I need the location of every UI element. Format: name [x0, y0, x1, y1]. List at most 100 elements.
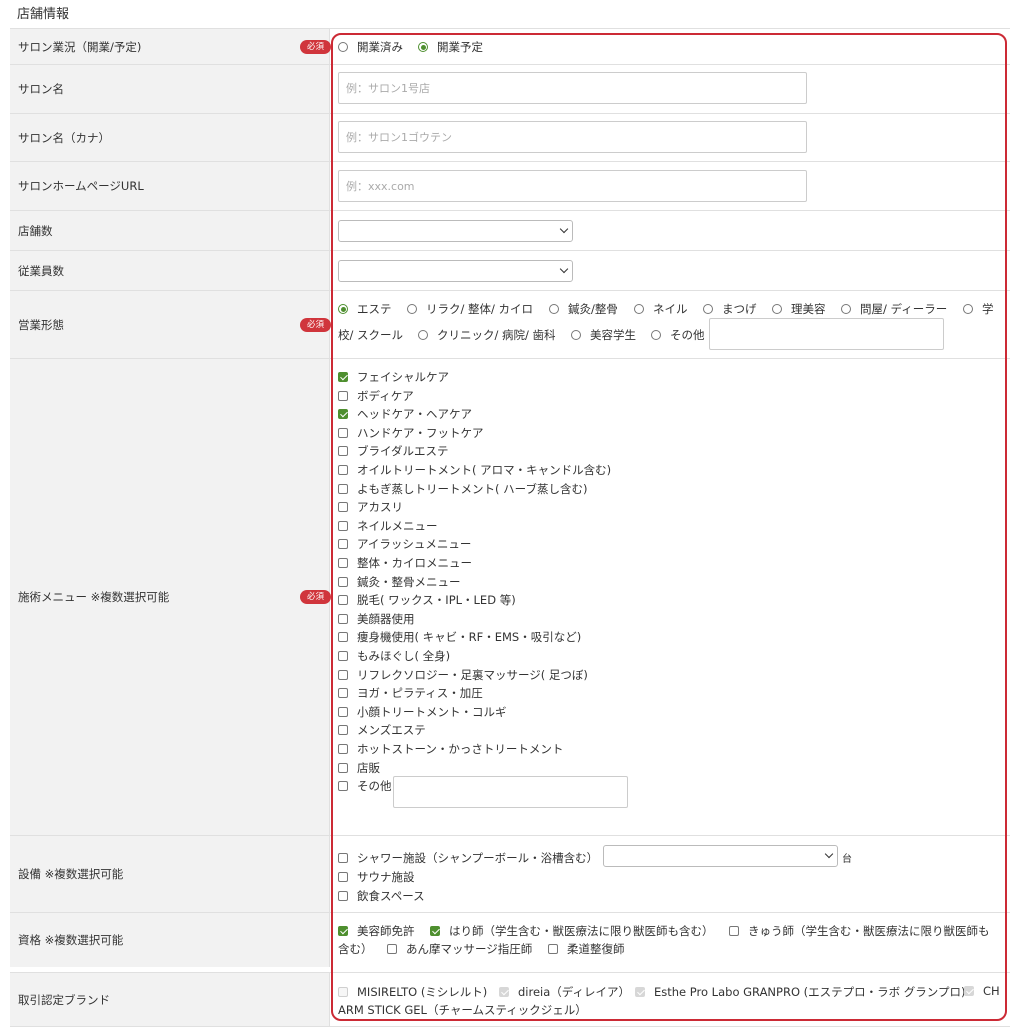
- radio-school[interactable]: 学: [963, 301, 994, 317]
- value-cell: [330, 211, 1010, 250]
- checkbox-brand-direia[interactable]: direia（ディレイア）: [499, 984, 630, 1000]
- checkbox-icon: [499, 987, 509, 997]
- label-cell: サロン名（カナ）: [10, 114, 330, 161]
- menu-item[interactable]: ネイルメニュー: [338, 518, 438, 534]
- menu-item[interactable]: 痩身機使用( キャビ・RF・EMS・吸引など): [338, 629, 581, 645]
- row-brands: 取引認定ブランド MISIRELTO (ミシレルト) direia（ディレイア）…: [10, 972, 1010, 1026]
- checkbox-brand-misirelto[interactable]: MISIRELTO (ミシレルト): [338, 984, 487, 1000]
- checkbox-icon: [338, 853, 348, 863]
- radio-open[interactable]: 開業済み: [338, 39, 403, 55]
- required-badge: 必須: [299, 317, 331, 332]
- radio-student[interactable]: 美容学生: [571, 327, 636, 343]
- menu-item[interactable]: ホットストーン・かっさトリートメント: [338, 741, 563, 757]
- checkbox-icon: [548, 944, 558, 954]
- menu-item[interactable]: アイラッシュメニュー: [338, 536, 471, 552]
- field-label: サロンホームページURL: [18, 179, 144, 193]
- radio-acupuncture[interactable]: 鍼灸/整骨: [549, 301, 618, 317]
- checkbox-icon: [387, 944, 397, 954]
- salon-name-input[interactable]: [338, 72, 807, 104]
- label-cell: 取引認定ブランド: [10, 973, 330, 1026]
- menu-item[interactable]: リフレクソロジー・足裏マッサージ( 足つぼ): [338, 667, 588, 683]
- checkbox-dining[interactable]: 飲食スペース: [338, 888, 425, 904]
- required-badge: 必須: [299, 39, 331, 54]
- menu-other-input[interactable]: [393, 776, 628, 808]
- menu-item[interactable]: もみほぐし( 全身): [338, 648, 450, 664]
- checkbox-moxibustion[interactable]: きゅう師（学生含む・獣医療法に限り獣医師も: [729, 923, 990, 939]
- menu-item[interactable]: 脱毛( ワックス・IPL・LED 等): [338, 592, 516, 608]
- checkbox-icon: [338, 707, 348, 717]
- radio-dealer[interactable]: 問屋/ ディーラー: [841, 301, 947, 317]
- row-qualifications: 資格 ※複数選択可能 美容師免許 はり師（学生含む・獣医療法に限り獣医師も含む）…: [10, 912, 1010, 967]
- menu-item[interactable]: ボディケア: [338, 388, 414, 404]
- menu-item-other[interactable]: その他: [338, 778, 392, 794]
- radio-relax[interactable]: リラク/ 整体/ カイロ: [407, 301, 533, 317]
- radio-icon: [549, 304, 559, 314]
- row-staff-count: 従業員数: [10, 250, 1010, 290]
- value-cell: [330, 251, 1010, 290]
- menu-item[interactable]: ハンドケア・フットケア: [338, 425, 484, 441]
- radio-icon: [418, 42, 428, 52]
- radio-other[interactable]: その他: [651, 327, 705, 343]
- checkbox-icon: [964, 986, 974, 996]
- checkbox-beautician[interactable]: 美容師免許: [338, 923, 415, 939]
- checkbox-brand-granpro[interactable]: Esthe Pro Labo GRANPRO (エステプロ・ラボ グランプロ): [635, 984, 965, 1000]
- value-cell: [330, 114, 1010, 161]
- row-salon-url: サロンホームページURL: [10, 161, 1010, 210]
- checkbox-icon: [338, 926, 348, 936]
- radio-clinic[interactable]: クリニック/ 病院/ 歯科: [418, 327, 556, 343]
- menu-item[interactable]: アカスリ: [338, 499, 403, 515]
- checkbox-acupuncturist[interactable]: はり師（学生含む・獣医療法に限り獣医師も含む）: [430, 923, 714, 939]
- field-label: 取引認定ブランド: [18, 992, 110, 1007]
- checkbox-brand-charm[interactable]: CH: [964, 984, 1000, 998]
- radio-beauty[interactable]: 理美容: [772, 301, 826, 317]
- menu-item[interactable]: 小顔トリートメント・コルギ: [338, 704, 507, 720]
- row-salon-kana: サロン名（カナ）: [10, 113, 1010, 161]
- menu-item[interactable]: メンズエステ: [338, 722, 426, 738]
- menu-item[interactable]: 整体・カイロメニュー: [338, 555, 472, 571]
- business-type-other-input[interactable]: [709, 318, 944, 350]
- checkbox-judo-therapist[interactable]: 柔道整復師: [548, 941, 625, 957]
- menu-item[interactable]: オイルトリートメント( アロマ・キャンドル含む): [338, 462, 611, 478]
- checkbox-icon: [338, 446, 348, 456]
- radio-nail[interactable]: ネイル: [634, 301, 688, 317]
- radio-eyelash[interactable]: まつげ: [703, 301, 757, 317]
- menu-item[interactable]: フェイシャルケア: [338, 369, 449, 385]
- row-salon-name: サロン名: [10, 64, 1010, 113]
- value-cell: [330, 65, 1010, 113]
- row-status: サロン業況（開業/予定) 必須 開業済み 開業予定: [10, 28, 1010, 64]
- menu-item[interactable]: ヘッドケア・ヘアケア: [338, 406, 472, 422]
- checkbox-icon: [338, 651, 348, 661]
- menu-item[interactable]: 美顔器使用: [338, 611, 415, 627]
- radio-icon: [963, 304, 973, 314]
- moxibustion-label-cont: 含む）: [338, 942, 373, 956]
- field-label: 従業員数: [18, 263, 64, 278]
- menu-item[interactable]: 鍼灸・整骨メニュー: [338, 574, 461, 590]
- field-label: 施術メニュー ※複数選択可能: [18, 590, 170, 604]
- checkbox-sauna[interactable]: サウナ施設: [338, 869, 415, 885]
- checkbox-icon: [338, 744, 348, 754]
- radio-esthe[interactable]: エステ: [338, 301, 392, 317]
- checkbox-shower[interactable]: シャワー施設（シャンプーボール・浴槽含む）: [338, 850, 598, 866]
- checkbox-icon: [338, 372, 348, 382]
- label-cell: 店舗数: [10, 211, 330, 250]
- brand-charm-label-cont: ARM STICK GEL（チャームスティックジェル）: [338, 1003, 587, 1017]
- menu-item[interactable]: ヨガ・ピラティス・加圧: [338, 685, 483, 701]
- salon-kana-input[interactable]: [338, 121, 807, 153]
- store-count-select[interactable]: [338, 220, 573, 242]
- checkbox-icon: [430, 926, 440, 936]
- checkbox-icon: [338, 725, 348, 735]
- value-cell: 開業済み 開業予定: [330, 29, 1010, 64]
- unit-label: 台: [842, 854, 852, 865]
- radio-planned[interactable]: 開業予定: [418, 39, 483, 55]
- checkbox-icon: [338, 781, 348, 791]
- salon-url-input[interactable]: [338, 170, 807, 202]
- chevron-down-icon: [559, 264, 569, 274]
- checkbox-icon: [338, 428, 348, 438]
- shower-count-select[interactable]: [603, 845, 838, 867]
- menu-item[interactable]: ブライダルエステ: [338, 443, 449, 459]
- checkbox-massage[interactable]: あん摩マッサージ指圧師: [387, 941, 532, 957]
- staff-count-select[interactable]: [338, 260, 573, 282]
- checkbox-icon: [338, 521, 348, 531]
- menu-item[interactable]: よもぎ蒸しトリートメント( ハーブ蒸し含む): [338, 481, 587, 497]
- menu-item[interactable]: 店販: [338, 760, 380, 776]
